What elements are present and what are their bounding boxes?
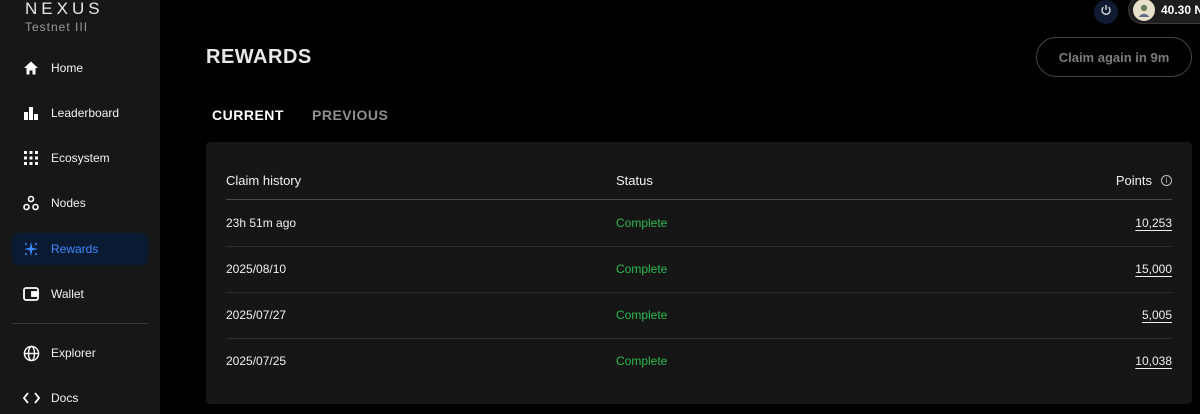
table-header: Claim history Status Points i bbox=[226, 142, 1172, 200]
column-header-points: Points i bbox=[1116, 173, 1172, 188]
sidebar-item-ecosystem[interactable]: Ecosystem bbox=[12, 142, 148, 174]
tab-current[interactable]: CURRENT bbox=[212, 107, 284, 123]
brand-name: NEXUS bbox=[25, 0, 104, 18]
sidebar-item-home[interactable]: Home bbox=[12, 52, 148, 84]
column-header-claim-history: Claim history bbox=[226, 173, 302, 188]
sidebar-item-label: Leaderboard bbox=[51, 106, 120, 120]
power-icon bbox=[1100, 3, 1112, 21]
table-row: 23h 51m ago Complete 10,253 bbox=[226, 201, 1172, 247]
sidebar-item-docs[interactable]: Docs bbox=[12, 382, 148, 414]
sidebar-item-label: Ecosystem bbox=[51, 151, 110, 165]
code-icon bbox=[22, 389, 40, 407]
tab-previous[interactable]: PREVIOUS bbox=[312, 107, 388, 123]
globe-icon bbox=[22, 344, 40, 362]
info-icon[interactable]: i bbox=[1161, 175, 1172, 186]
claim-time: 2025/08/10 bbox=[226, 262, 287, 276]
power-button[interactable] bbox=[1094, 0, 1118, 24]
claim-history-table: Claim history Status Points i 23h 51m ag… bbox=[206, 142, 1192, 404]
status-badge: Complete bbox=[616, 262, 668, 276]
brand-subtitle: Testnet III bbox=[25, 20, 89, 34]
sidebar-item-label: Rewards bbox=[51, 242, 99, 256]
sidebar-item-leaderboard[interactable]: Leaderboard bbox=[12, 97, 148, 129]
points-link[interactable]: 10,038 bbox=[1135, 354, 1172, 368]
status-badge: Complete bbox=[616, 354, 668, 368]
sidebar-item-wallet[interactable]: Wallet bbox=[12, 278, 148, 310]
table-row: 2025/08/10 Complete 15,000 bbox=[226, 247, 1172, 293]
brand[interactable]: NEXUS Testnet III bbox=[25, 0, 104, 34]
grid-icon bbox=[22, 149, 40, 167]
home-icon bbox=[22, 59, 40, 77]
rewards-icon bbox=[22, 240, 40, 258]
status-badge: Complete bbox=[616, 308, 668, 322]
claim-button[interactable]: Claim again in 9m bbox=[1036, 37, 1192, 77]
column-header-status: Status bbox=[616, 173, 653, 188]
wallet-icon bbox=[22, 285, 40, 303]
sidebar-divider bbox=[12, 323, 148, 324]
points-link[interactable]: 15,000 bbox=[1135, 262, 1172, 276]
claim-time: 23h 51m ago bbox=[226, 216, 297, 230]
sidebar: NEXUS Testnet III Home Leaderboard Ecosy… bbox=[0, 0, 160, 414]
sidebar-item-label: Explorer bbox=[51, 346, 96, 360]
account-balance-button[interactable]: 40.30 N bbox=[1128, 0, 1200, 24]
avatar bbox=[1133, 0, 1155, 21]
sidebar-item-label: Nodes bbox=[51, 196, 86, 210]
nodes-icon bbox=[22, 194, 40, 212]
points-link[interactable]: 10,253 bbox=[1135, 216, 1172, 230]
points-link[interactable]: 5,005 bbox=[1142, 308, 1172, 322]
claim-time: 2025/07/25 bbox=[226, 354, 287, 368]
table-row: 2025/07/27 Complete 5,005 bbox=[226, 293, 1172, 339]
sidebar-item-nodes[interactable]: Nodes bbox=[12, 187, 148, 219]
balance-value: 40.30 N bbox=[1161, 3, 1200, 17]
column-header-points-label: Points bbox=[1115, 173, 1152, 188]
sidebar-item-rewards[interactable]: Rewards bbox=[12, 233, 148, 265]
status-badge: Complete bbox=[616, 216, 668, 230]
page-title: REWARDS bbox=[206, 46, 312, 68]
bar-chart-icon bbox=[22, 104, 40, 122]
sidebar-item-label: Home bbox=[51, 61, 84, 75]
sidebar-item-label: Wallet bbox=[51, 287, 84, 301]
sidebar-item-label: Docs bbox=[51, 391, 79, 405]
claim-time: 2025/07/27 bbox=[226, 308, 287, 322]
table-row: 2025/07/25 Complete 10,038 bbox=[226, 339, 1172, 385]
sidebar-item-explorer[interactable]: Explorer bbox=[12, 337, 148, 369]
